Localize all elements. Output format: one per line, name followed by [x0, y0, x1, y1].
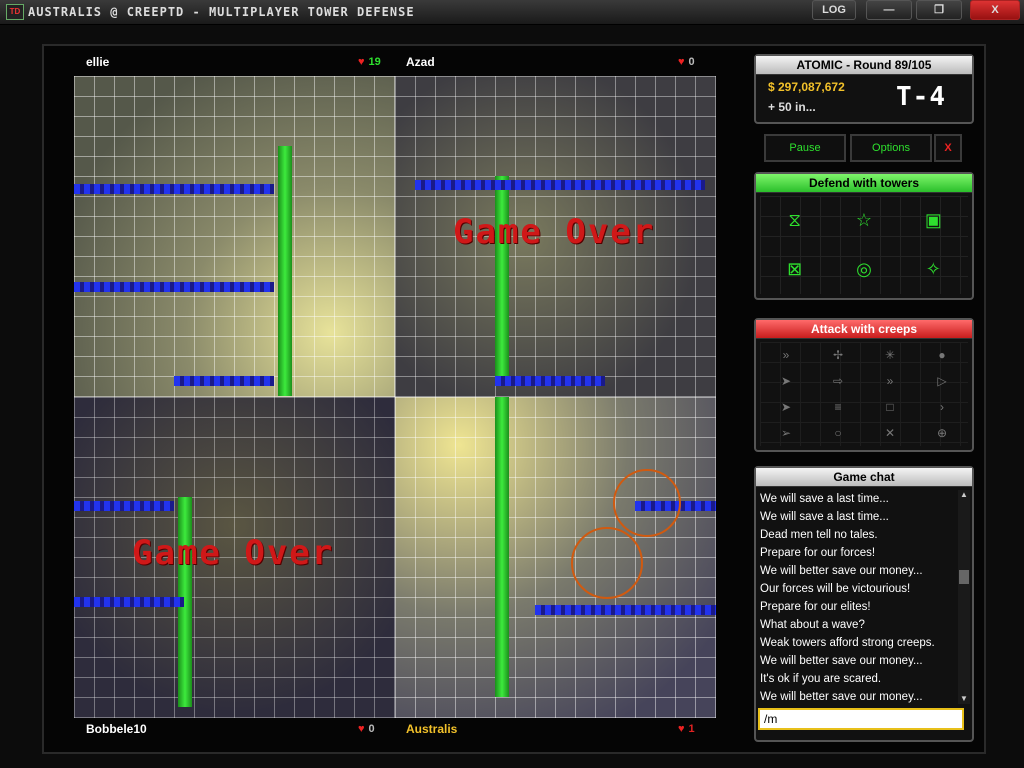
player-name-bottom-left: Bobbele10: [86, 722, 147, 736]
cross-tower-icon[interactable]: ✧: [899, 245, 968, 294]
creep-path: [415, 180, 705, 190]
pause-button[interactable]: Pause: [764, 134, 846, 162]
tower-range-circle: [613, 469, 681, 537]
creep-path: [74, 282, 274, 292]
window-title: AUSTRALIS @ CREEPTD - MULTIPLAYER TOWER …: [28, 5, 415, 19]
chat-message: Our forces will be victourious!: [760, 583, 911, 595]
chat-message: It's ok if you are scared.: [760, 673, 882, 685]
chat-title: Game chat: [756, 468, 972, 487]
chat-input[interactable]: [758, 708, 964, 730]
lives-value: 19: [368, 56, 381, 68]
player-name-top-right: Azad: [406, 55, 435, 69]
scroll-down-arrow-icon[interactable]: ▼: [958, 694, 970, 704]
player-name-top-left: ellie: [86, 55, 110, 69]
chat-message: We will better save our money...: [760, 691, 923, 703]
lives-value: 1: [688, 723, 695, 735]
player-lives-top-left: ♥ 19: [358, 56, 381, 68]
chat-panel: Game chat We will save a last time... We…: [754, 466, 974, 742]
player-lives-top-right: ♥ 0: [678, 56, 695, 68]
round-panel: ATOMIC - Round 89/105 $ 297,087,672 + 50…: [754, 54, 974, 124]
creep-path: [495, 376, 605, 386]
lives-value: 0: [688, 56, 695, 68]
square-creep-icon[interactable]: □: [864, 394, 916, 420]
chat-scrollbar[interactable]: ▲ ▼: [958, 490, 970, 704]
creep-path: [535, 605, 716, 615]
creep-path: [74, 184, 274, 194]
creep-path: [495, 397, 509, 697]
creep-path: [74, 501, 174, 511]
map-quadrant-bobbele10[interactable]: Game Over: [74, 397, 395, 718]
chat-message: What about a wave?: [760, 619, 865, 631]
app-icon: TD: [6, 4, 24, 20]
game-over-text: Game Over: [132, 533, 335, 573]
player-lives-bottom-left: ♥ 0: [358, 723, 375, 735]
exit-game-button[interactable]: X: [934, 134, 962, 162]
game-over-text: Game Over: [453, 212, 656, 252]
heart-icon: ♥: [678, 56, 685, 68]
tower-range-circle: [571, 527, 643, 599]
defend-panel: Defend with towers ⧖ ☆ ▣ ⊠ ◎ ✧: [754, 172, 974, 300]
creep-path: [278, 146, 292, 396]
x-creep-icon[interactable]: ✕: [864, 420, 916, 446]
heart-icon: ♥: [358, 56, 365, 68]
chat-message: We will better save our money...: [760, 565, 923, 577]
round-title: ATOMIC - Round 89/105: [756, 56, 972, 75]
lives-value: 0: [368, 723, 375, 735]
attack-panel: Attack with creeps » ✢ ✳ ● ➤ ⇨ » ▷ ➤ ≡ □…: [754, 318, 974, 452]
chat-message: We will save a last time...: [760, 493, 889, 505]
tower-grid: ⧖ ☆ ▣ ⊠ ◎ ✧: [760, 196, 968, 294]
chat-message: We will better save our money...: [760, 655, 923, 667]
chat-message: Prepare for our forces!: [760, 547, 876, 559]
creep-grid: » ✢ ✳ ● ➤ ⇨ » ▷ ➤ ≡ □ › ➢ ○ ✕ ⊕: [760, 342, 968, 446]
lines-creep-icon[interactable]: ≡: [812, 394, 864, 420]
minimize-button[interactable]: —: [866, 0, 912, 20]
defend-title: Defend with towers: [756, 174, 972, 193]
chat-message: Prepare for our elites!: [760, 601, 871, 613]
options-button[interactable]: Options: [850, 134, 932, 162]
map-quadrant-australis[interactable]: [395, 397, 716, 718]
creep-path: [174, 376, 274, 386]
chat-message: Weak towers afford strong creeps.: [760, 637, 935, 649]
double-chevron-creep-icon[interactable]: »: [760, 342, 812, 368]
double-chevron-creep-icon[interactable]: »: [864, 368, 916, 394]
money-value: $ 297,087,672: [768, 80, 845, 94]
dot-creep-icon[interactable]: ●: [916, 342, 968, 368]
chat-messages: We will save a last time... We will save…: [760, 490, 954, 704]
heart-icon: ♥: [678, 723, 685, 735]
title-bar: TD AUSTRALIS @ CREEPTD - MULTIPLAYER TOW…: [0, 0, 1024, 25]
chat-message: We will save a last time...: [760, 511, 889, 523]
log-button[interactable]: LOG: [812, 0, 856, 20]
creep-path: [74, 597, 184, 607]
chat-message: Dead men tell no tales.: [760, 529, 878, 541]
circle-creep-icon[interactable]: ○: [812, 420, 864, 446]
map-quadrant-ellie[interactable]: [74, 76, 395, 397]
scroll-thumb[interactable]: [959, 570, 969, 584]
close-button[interactable]: X: [970, 0, 1020, 20]
square-tower-icon[interactable]: ▣: [899, 196, 968, 245]
creep-path: [495, 176, 509, 386]
heart-icon: ♥: [358, 723, 365, 735]
ring-tower-icon[interactable]: ◎: [829, 245, 898, 294]
arrow-creep-icon[interactable]: ➤: [760, 368, 812, 394]
rocket-creep-icon[interactable]: ⇨: [812, 368, 864, 394]
income-value: + 50 in...: [768, 100, 816, 114]
map-quadrant-azad[interactable]: Game Over: [395, 76, 716, 397]
target-creep-icon[interactable]: ⊕: [916, 420, 968, 446]
asterisk-creep-icon[interactable]: ✳: [864, 342, 916, 368]
star-tower-icon[interactable]: ☆: [829, 196, 898, 245]
attack-title: Attack with creeps: [756, 320, 972, 339]
scroll-up-arrow-icon[interactable]: ▲: [958, 490, 970, 500]
round-timer: T-4: [896, 82, 946, 112]
arrow-creep-icon[interactable]: ➤: [760, 394, 812, 420]
player-name-bottom-right: Australis: [406, 722, 458, 736]
small-arrow-creep-icon[interactable]: ›: [916, 394, 968, 420]
game-map[interactable]: Game Over Game Over: [74, 76, 716, 718]
maximize-button[interactable]: ❐: [916, 0, 962, 20]
plus-creep-icon[interactable]: ✢: [812, 342, 864, 368]
player-lives-bottom-right: ♥ 1: [678, 723, 695, 735]
triangle-creep-icon[interactable]: ▷: [916, 368, 968, 394]
dart-creep-icon[interactable]: ➢: [760, 420, 812, 446]
box-tower-icon[interactable]: ⊠: [760, 245, 829, 294]
hourglass-tower-icon[interactable]: ⧖: [760, 196, 829, 245]
